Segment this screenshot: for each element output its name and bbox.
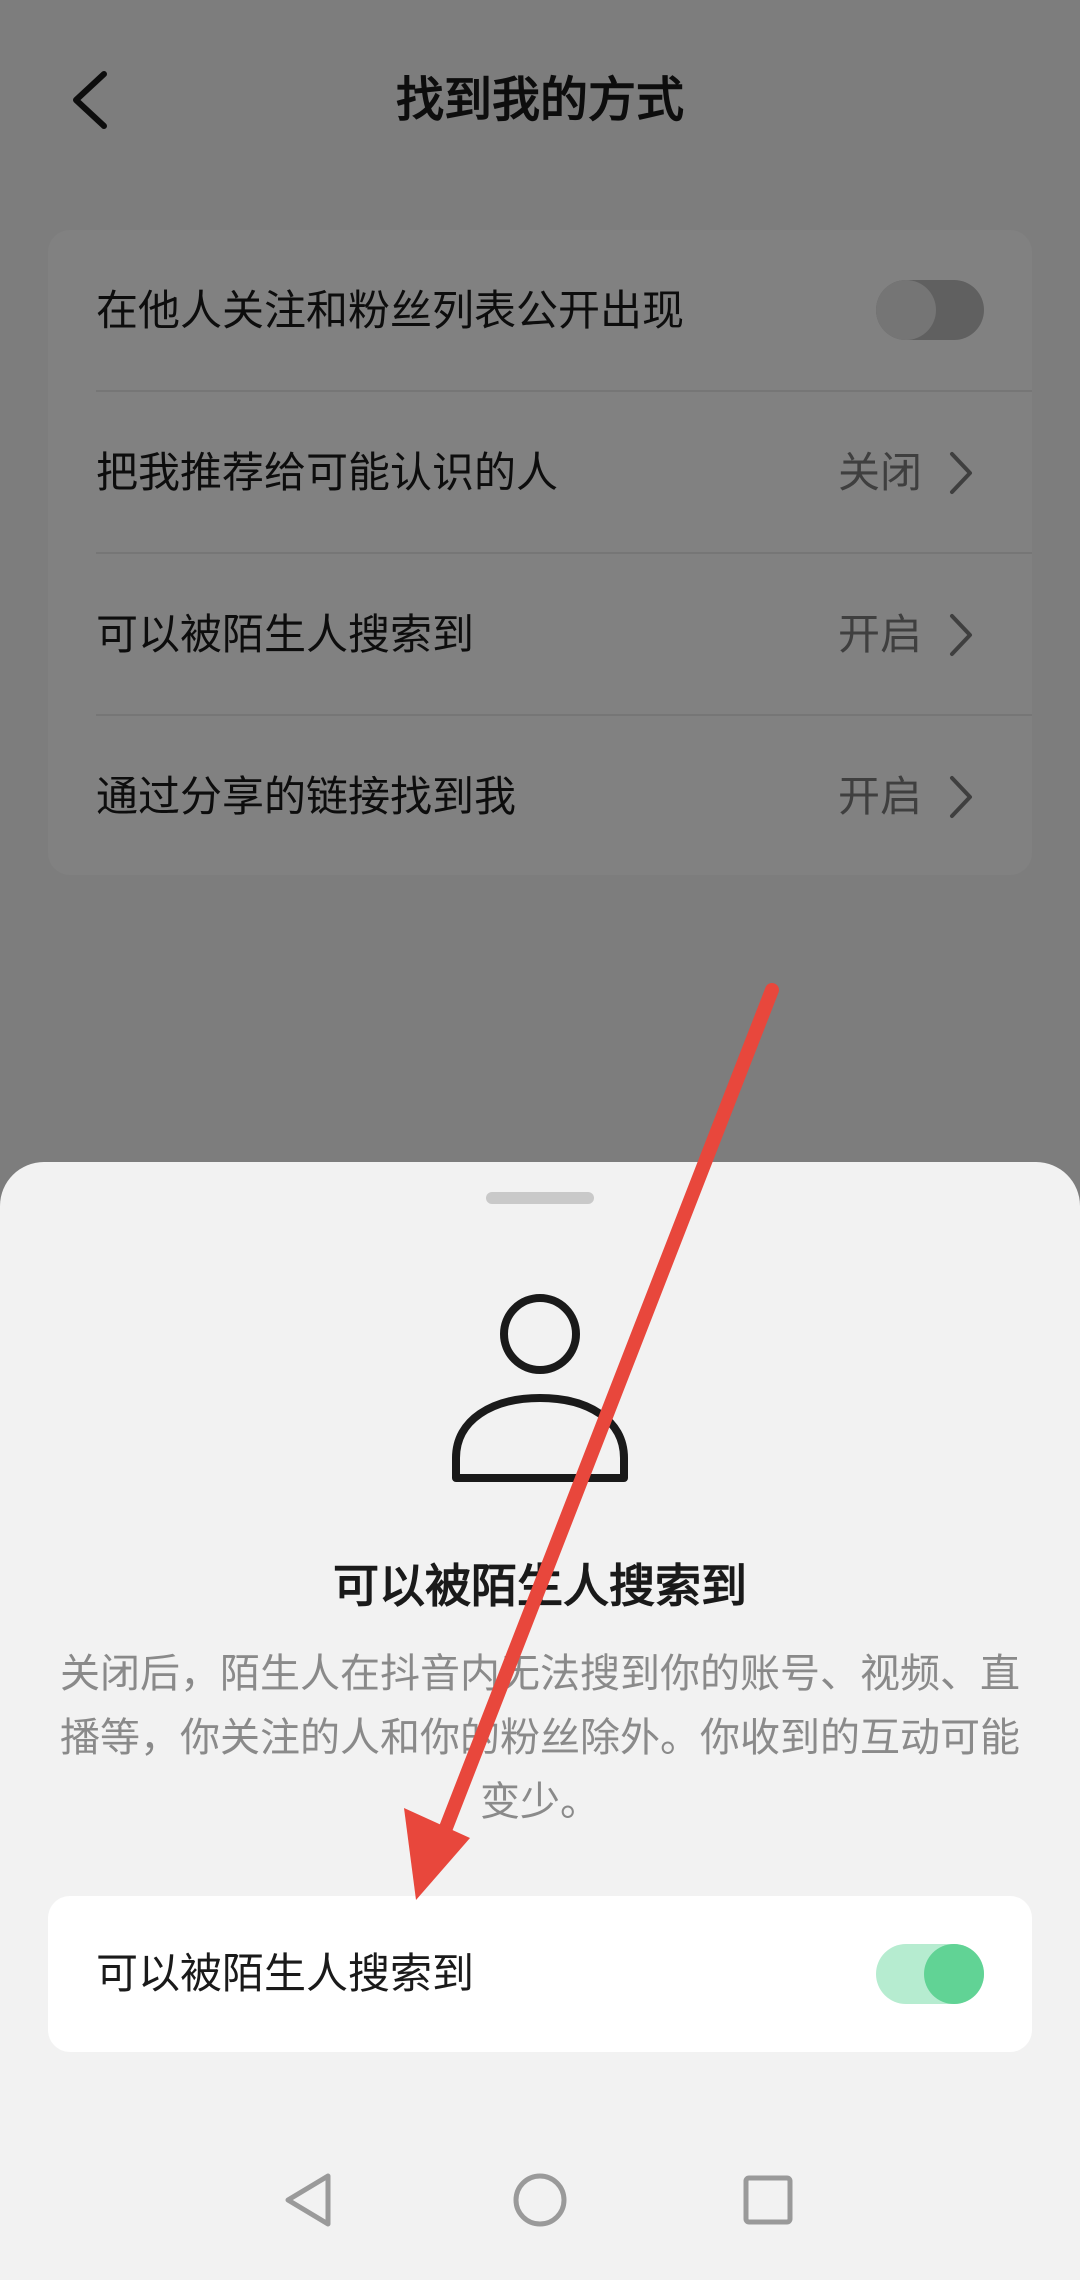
bottom-sheet: 可以被陌生人搜索到 关闭后，陌生人在抖音内无法搜到你的账号、视频、直播等，你关注… (0, 1162, 1080, 2280)
sheet-drag-handle[interactable] (486, 1192, 594, 1204)
sheet-description: 关闭后，陌生人在抖音内无法搜到你的账号、视频、直播等，你关注的人和你的粉丝除外。… (60, 1651, 1020, 1825)
home-circle-icon (513, 2173, 567, 2227)
back-triangle-icon (285, 2173, 331, 2227)
searchable-option-card[interactable]: 可以被陌生人搜索到 (48, 1896, 1032, 2052)
sheet-title: 可以被陌生人搜索到 (333, 1559, 747, 1613)
system-navbar (0, 2140, 1080, 2280)
toggle-knob (924, 1944, 984, 2004)
nav-home-button[interactable] (500, 2160, 580, 2240)
searchable-toggle[interactable] (876, 1944, 984, 2004)
person-icon (452, 1294, 628, 1482)
nav-recents-button[interactable] (728, 2160, 808, 2240)
nav-back-button[interactable] (268, 2160, 348, 2240)
recents-square-icon (743, 2175, 793, 2225)
option-label: 可以被陌生人搜索到 (96, 1949, 475, 1998)
